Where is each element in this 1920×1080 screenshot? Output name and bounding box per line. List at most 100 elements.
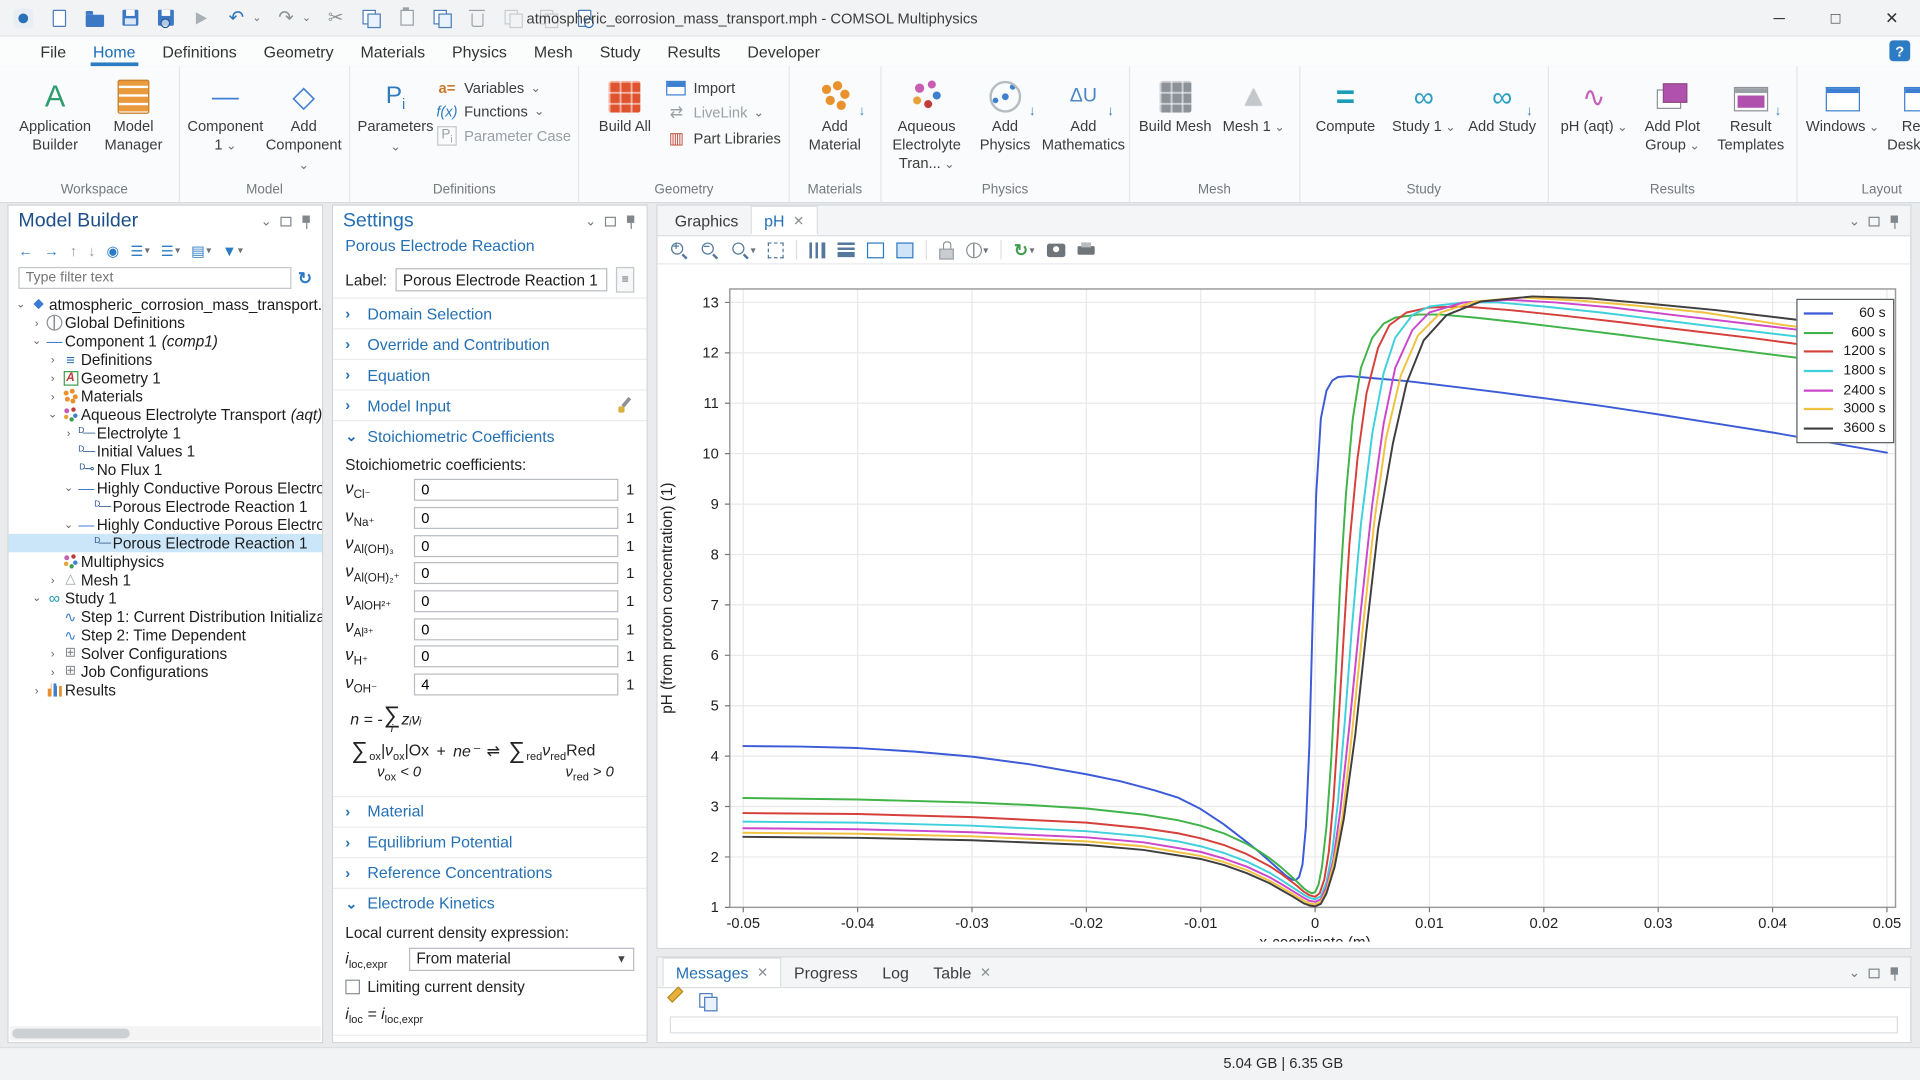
- rename-button[interactable]: ≡: [616, 267, 634, 293]
- delete-icon[interactable]: [467, 7, 489, 29]
- pin-panel-icon[interactable]: [1888, 214, 1900, 229]
- horizontal-scrollbar[interactable]: [10, 1026, 321, 1041]
- tree-item-study-1[interactable]: ⌄∞Study 1: [9, 589, 322, 607]
- save-to-model-manager-icon[interactable]: [154, 7, 176, 29]
- pin-panel-icon[interactable]: [300, 214, 312, 229]
- tree-item-solver-configurations[interactable]: ›⊞Solver Configurations: [9, 644, 322, 662]
- go-to-default-view-icon[interactable]: [768, 242, 784, 258]
- menu-physics[interactable]: Physics: [439, 37, 521, 66]
- disable-icon[interactable]: [502, 7, 524, 29]
- ribbon-button-study-1[interactable]: ∞Study 1 ⌄: [1386, 72, 1462, 136]
- messages-tab-progress[interactable]: Progress: [782, 958, 870, 987]
- float-panel-icon[interactable]: [280, 216, 291, 226]
- paste-icon[interactable]: [396, 7, 418, 29]
- tree-item-highly-conductive-porous-electrode-c[interactable]: ⌄—Highly Conductive Porous Electrode - C: [9, 516, 322, 534]
- pin-panel-icon[interactable]: [624, 214, 636, 229]
- collapse-panel-icon[interactable]: ⌄: [261, 213, 272, 229]
- tree-collapse-arrow[interactable]: ⌄: [13, 298, 28, 311]
- section-active-specific-surface-area[interactable]: ›Active Specific Surface Area: [333, 1035, 646, 1043]
- tree-expand-arrow[interactable]: ›: [45, 372, 60, 384]
- refresh-icon[interactable]: ↻: [298, 269, 312, 286]
- section-equilibrium-potential[interactable]: ›Equilibrium Potential: [333, 826, 646, 857]
- y-axis-data-icon[interactable]: [809, 242, 825, 258]
- section-equation[interactable]: ›Equation: [333, 359, 646, 390]
- tree-item-atmospheric-corrosion-mass-transport-mph[interactable]: ⌄◆atmospheric_corrosion_mass_transport.m…: [9, 295, 322, 313]
- ribbon-button-application-builder[interactable]: AApplication Builder: [17, 72, 93, 154]
- menu-file[interactable]: File: [27, 37, 80, 66]
- plot-update-icon[interactable]: ↻▾: [1014, 241, 1035, 258]
- tree-item-geometry-1[interactable]: ›AGeometry 1: [9, 369, 322, 387]
- menu-definitions[interactable]: Definitions: [149, 37, 250, 66]
- ribbon-button-component-1[interactable]: —Component 1 ⌄: [187, 72, 263, 155]
- new-file-icon[interactable]: [48, 7, 70, 29]
- zoom-in-icon[interactable]: +: [670, 241, 688, 259]
- collapse-panel-icon[interactable]: ⌄: [1849, 965, 1860, 981]
- tree-expand-arrow[interactable]: ›: [29, 317, 44, 329]
- ribbon-button-compute[interactable]: =Compute: [1307, 72, 1383, 136]
- section-electrode-kinetics[interactable]: ⌄Electrode Kinetics: [333, 888, 646, 919]
- collapse-tree-icon[interactable]: ☰▾: [161, 242, 180, 259]
- tree-collapse-arrow[interactable]: ⌄: [29, 334, 44, 347]
- ribbon-button-add-plot-group[interactable]: Add Plot Group ⌄: [1634, 72, 1710, 155]
- undo-icon[interactable]: ↶: [225, 7, 247, 29]
- close-tab-icon[interactable]: ✕: [980, 964, 991, 980]
- tree-item-job-configurations[interactable]: ›⊞Job Configurations: [9, 662, 322, 680]
- menu-materials[interactable]: Materials: [347, 37, 439, 66]
- lock-axes-icon[interactable]: [939, 241, 954, 258]
- ribbon-button-add-mathematics[interactable]: ΔU↓Add Mathematics: [1045, 72, 1121, 154]
- tree-item-step-1-current-distribution-initialization[interactable]: ∿Step 1: Current Distribution Initializa…: [9, 607, 322, 625]
- ph-plot[interactable]: -0.05-0.04-0.03-0.02-0.0100.010.020.030.…: [658, 264, 1911, 947]
- limiting-current-density-checkbox[interactable]: [345, 979, 360, 994]
- ribbon-button-result-templates[interactable]: ↓Result Templates: [1713, 72, 1789, 154]
- stoich-input-OH[interactable]: [414, 674, 618, 696]
- move-up-icon[interactable]: ↑: [70, 242, 77, 259]
- scene-settings-icon[interactable]: ▾: [966, 242, 988, 258]
- filter-icon[interactable]: ▼▾: [222, 242, 243, 259]
- section-domain-selection[interactable]: ›Domain Selection: [333, 298, 646, 329]
- tree-item-aqueous-electrolyte-transport[interactable]: ⌄Aqueous Electrolyte Transport(aqt): [9, 405, 322, 423]
- close-button[interactable]: ✕: [1864, 0, 1920, 36]
- tree-item-component-1[interactable]: ⌄—Component 1(comp1): [9, 332, 322, 350]
- stoich-input-H[interactable]: [414, 646, 618, 668]
- tree-collapse-arrow[interactable]: ⌄: [61, 518, 76, 531]
- ribbon-button-functions[interactable]: f(x)Functions⌄: [436, 103, 571, 120]
- float-panel-icon[interactable]: [1869, 968, 1880, 978]
- section-stoichiometric[interactable]: ⌄Stoichiometric Coefficients: [333, 420, 646, 451]
- clear-log-icon[interactable]: [670, 993, 687, 1010]
- material-appearance-icon[interactable]: [617, 397, 634, 414]
- move-down-icon[interactable]: ↓: [88, 242, 95, 259]
- stoich-input-AlOH[interactable]: [414, 563, 618, 585]
- tree-item-global-definitions[interactable]: ›Global Definitions: [9, 313, 322, 331]
- tree-expand-arrow[interactable]: ›: [45, 647, 60, 659]
- tree-item-porous-electrode-reaction-1[interactable]: ᴰ—Porous Electrode Reaction 1: [9, 534, 322, 552]
- model-tree-node-text-icon[interactable]: ▤▾: [191, 242, 211, 259]
- save-icon[interactable]: [119, 7, 141, 29]
- ribbon-button-import[interactable]: Import: [665, 80, 781, 97]
- pin-panel-icon[interactable]: [1888, 966, 1900, 981]
- expand-tree-icon[interactable]: ☰▾: [130, 242, 149, 259]
- collapse-panel-icon[interactable]: ⌄: [1849, 213, 1860, 229]
- help-button[interactable]: ?: [1889, 40, 1910, 61]
- stoich-input-Cl[interactable]: [414, 479, 618, 501]
- tree-item-materials[interactable]: ›Materials: [9, 387, 322, 405]
- tree-item-porous-electrode-reaction-1[interactable]: ᴰ—Porous Electrode Reaction 1: [9, 497, 322, 515]
- float-panel-icon[interactable]: [1869, 216, 1880, 226]
- close-tab-icon[interactable]: ✕: [757, 964, 768, 980]
- maximize-button[interactable]: □: [1807, 0, 1863, 36]
- menu-geometry[interactable]: Geometry: [250, 37, 347, 66]
- tree-expand-arrow[interactable]: ›: [45, 353, 60, 365]
- tree-filter-input[interactable]: [18, 267, 291, 289]
- ribbon-button-mesh-1[interactable]: ▲Mesh 1 ⌄: [1216, 72, 1292, 136]
- back-icon[interactable]: ←: [18, 242, 33, 259]
- stoich-input-Na[interactable]: [414, 507, 618, 529]
- copy-icon[interactable]: [360, 7, 382, 29]
- menu-study[interactable]: Study: [586, 37, 654, 66]
- tree-expand-arrow[interactable]: ›: [61, 427, 76, 439]
- ribbon-button-model-manager[interactable]: Model Manager: [96, 72, 172, 154]
- close-tab-icon[interactable]: ✕: [793, 212, 804, 228]
- stoich-input-AlOH[interactable]: [414, 535, 618, 557]
- forward-icon[interactable]: →: [44, 242, 59, 259]
- collapse-panel-icon[interactable]: ⌄: [585, 213, 596, 229]
- comsol-logo-icon[interactable]: [12, 7, 34, 29]
- undo-caret-icon[interactable]: ⌄: [252, 11, 261, 24]
